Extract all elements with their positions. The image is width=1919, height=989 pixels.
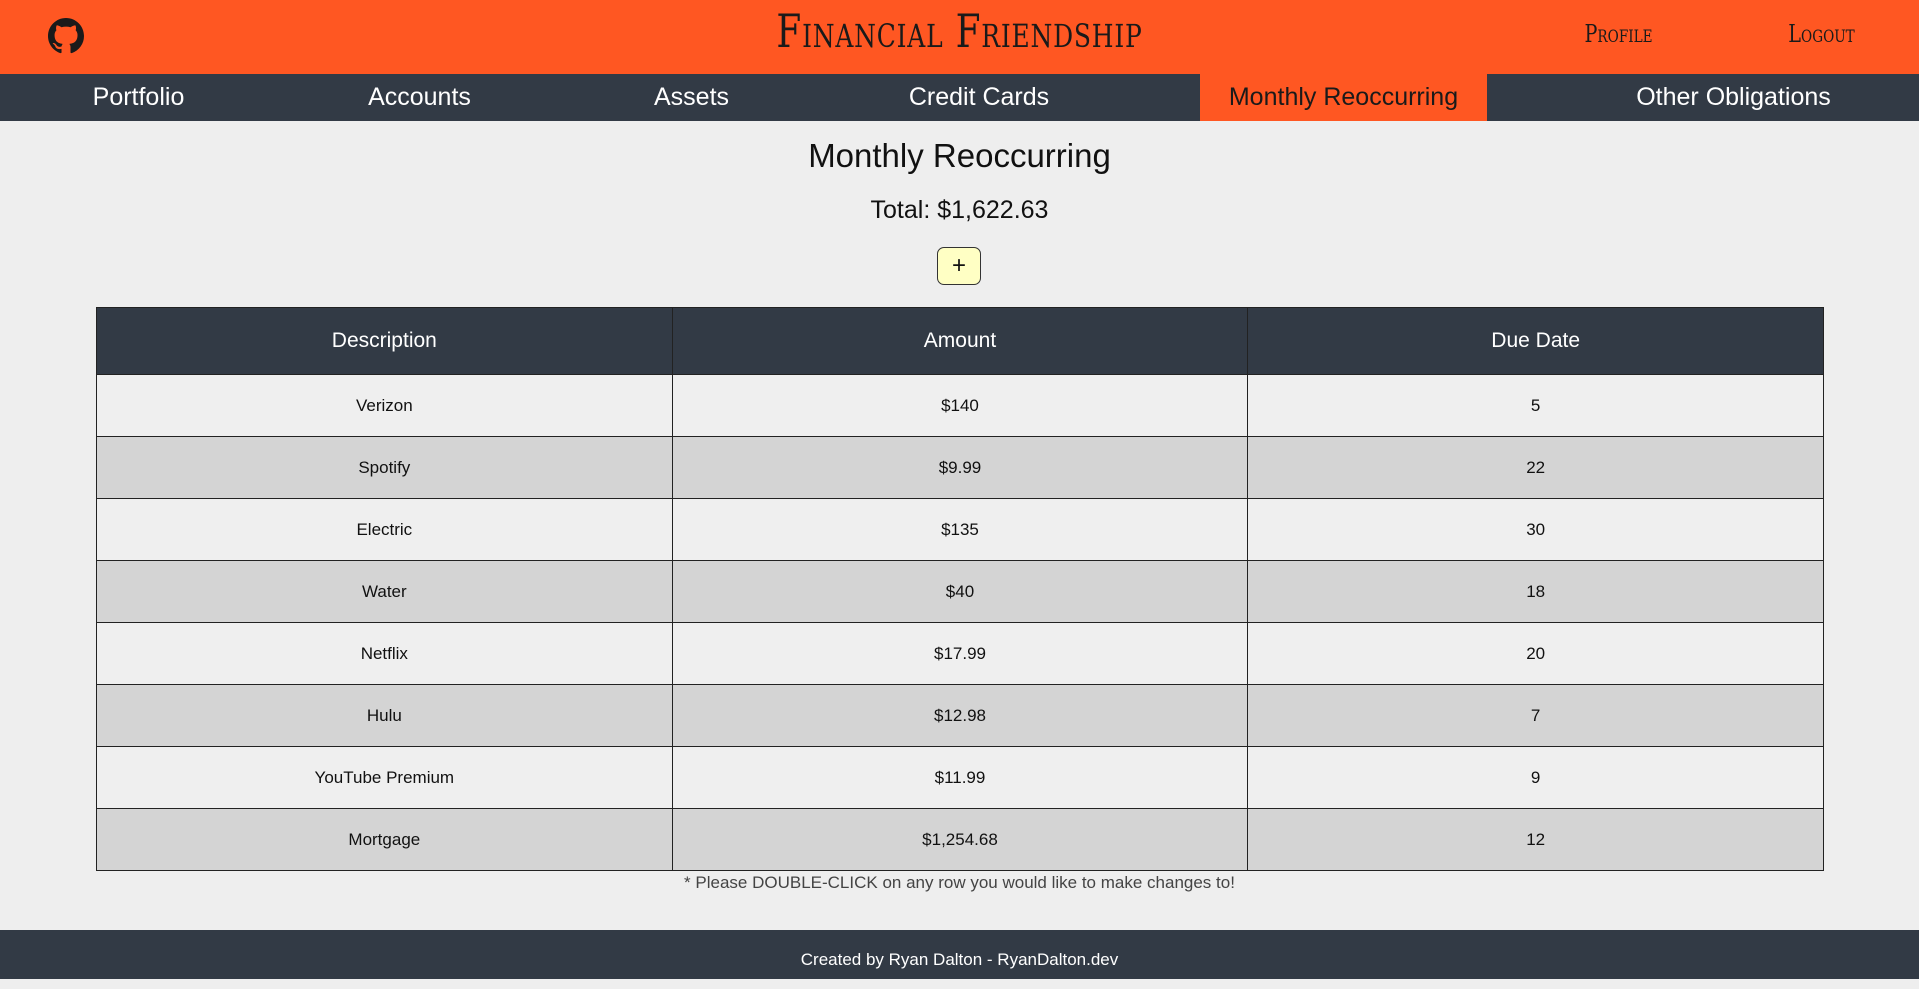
table-row[interactable]: YouTube Premium $11.99 9 bbox=[96, 746, 1824, 809]
profile-link[interactable]: Profile bbox=[1585, 20, 1653, 48]
cell-due-date: 9 bbox=[1247, 746, 1824, 809]
column-header-due-date: Due Date bbox=[1247, 307, 1824, 375]
column-header-description: Description bbox=[96, 307, 673, 375]
total-amount: Total: $1,622.63 bbox=[870, 196, 1049, 224]
tab-accounts[interactable]: Accounts bbox=[277, 74, 562, 121]
table-row[interactable]: Spotify $9.99 22 bbox=[96, 436, 1824, 499]
table-row[interactable]: Water $40 18 bbox=[96, 560, 1824, 623]
cell-amount: $135 bbox=[671, 498, 1249, 561]
footer: Created by Ryan Dalton - RyanDalton.dev bbox=[0, 930, 1919, 979]
tab-credit-cards[interactable]: Credit Cards bbox=[821, 74, 1137, 121]
cell-description: Electric bbox=[96, 498, 673, 561]
tab-portfolio[interactable]: Portfolio bbox=[0, 74, 277, 121]
cell-amount: $40 bbox=[671, 560, 1249, 623]
main-nav: Portfolio Accounts Assets Credit Cards M… bbox=[0, 74, 1919, 121]
edit-hint: * Please DOUBLE-CLICK on any row you wou… bbox=[684, 873, 1235, 892]
tab-other-obligations[interactable]: Other Obligations bbox=[1590, 74, 1877, 121]
cell-amount: $17.99 bbox=[671, 622, 1249, 685]
cell-description: Water bbox=[96, 560, 673, 623]
table-header-row: Description Amount Due Date bbox=[96, 307, 1824, 375]
cell-description: YouTube Premium bbox=[96, 746, 673, 809]
github-icon[interactable] bbox=[48, 18, 84, 54]
table-row[interactable]: Electric $135 30 bbox=[96, 498, 1824, 561]
table-row[interactable]: Verizon $140 5 bbox=[96, 374, 1824, 437]
cell-due-date: 18 bbox=[1247, 560, 1824, 623]
cell-description: Mortgage bbox=[96, 808, 673, 871]
cell-due-date: 12 bbox=[1247, 808, 1824, 871]
cell-description: Verizon bbox=[96, 374, 673, 437]
cell-amount: $9.99 bbox=[671, 436, 1249, 499]
cell-due-date: 20 bbox=[1247, 622, 1824, 685]
cell-amount: $11.99 bbox=[671, 746, 1249, 809]
column-header-amount: Amount bbox=[671, 307, 1249, 375]
cell-amount: $1,254.68 bbox=[671, 808, 1249, 871]
table-row[interactable]: Mortgage $1,254.68 12 bbox=[96, 808, 1824, 871]
add-button[interactable]: + bbox=[937, 247, 981, 285]
cell-description: Netflix bbox=[96, 622, 673, 685]
cell-description: Spotify bbox=[96, 436, 673, 499]
table-row[interactable]: Netflix $17.99 20 bbox=[96, 622, 1824, 685]
logout-link[interactable]: Logout bbox=[1788, 20, 1854, 48]
footer-credit[interactable]: Created by Ryan Dalton - RyanDalton.dev bbox=[801, 950, 1119, 969]
cell-due-date: 5 bbox=[1247, 374, 1824, 437]
cell-amount: $140 bbox=[671, 374, 1249, 437]
tab-monthly-reoccurring[interactable]: Monthly Reoccurring bbox=[1200, 74, 1487, 121]
cell-due-date: 22 bbox=[1247, 436, 1824, 499]
table-row[interactable]: Hulu $12.98 7 bbox=[96, 684, 1824, 747]
page-title: Monthly Reoccurring bbox=[808, 137, 1111, 174]
cell-description: Hulu bbox=[96, 684, 673, 747]
top-bar: Financial Friendship Profile Logout bbox=[0, 0, 1919, 74]
cell-due-date: 7 bbox=[1247, 684, 1824, 747]
app-title: Financial Friendship bbox=[776, 4, 1143, 58]
cell-due-date: 30 bbox=[1247, 498, 1824, 561]
tab-assets[interactable]: Assets bbox=[562, 74, 821, 121]
cell-amount: $12.98 bbox=[671, 684, 1249, 747]
reoccurring-table: Description Amount Due Date Verizon $140… bbox=[96, 307, 1824, 871]
